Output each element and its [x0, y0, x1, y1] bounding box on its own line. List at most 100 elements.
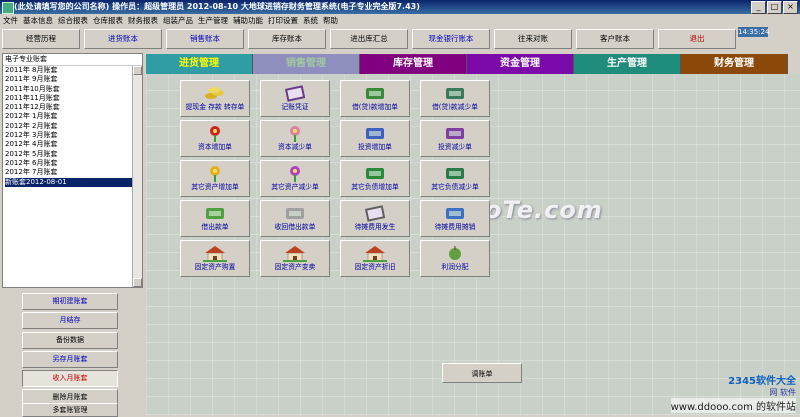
function-button-label: 提现金 存款 转存单 [185, 103, 245, 111]
menu-item[interactable]: 文件 [3, 16, 18, 25]
tree-item[interactable]: 2012年 4月账套 [5, 140, 142, 149]
open-book-icon [364, 205, 386, 222]
function-button[interactable]: 利润分配 [420, 240, 490, 277]
watermark-site2: 网 软件 [769, 388, 796, 397]
tree-item[interactable]: 2011年 8月账套 [5, 66, 142, 75]
tree-item[interactable]: 新账套2012-08-01 [5, 177, 142, 187]
tree-scrollbar[interactable] [132, 66, 142, 287]
left-panel-button[interactable]: 收入月账套 [22, 370, 118, 387]
tree-item[interactable]: 2012年 2月账套 [5, 122, 142, 131]
toolbar-button[interactable]: 库存账本 [248, 29, 326, 49]
toolbar-button[interactable]: 销售账本 [166, 29, 244, 49]
left-panel-button[interactable]: 期初建账套 [22, 293, 118, 310]
tree-item[interactable]: 2012年 6月账套 [5, 159, 142, 168]
blue-figure-icon [366, 128, 384, 139]
scroll-up-arrow-icon[interactable] [133, 66, 142, 75]
function-button-label: 利润分配 [441, 263, 469, 271]
maximize-button[interactable]: □ [767, 1, 782, 14]
function-button[interactable]: 其它资产减少单 [260, 160, 330, 197]
potted-plant-icon [206, 208, 224, 219]
function-button[interactable]: 资本减少单 [260, 120, 330, 157]
left-panel-button[interactable]: 备份数据 [22, 332, 118, 349]
function-button[interactable]: 记账凭证 [260, 80, 330, 117]
function-button-label: 其它资产减少单 [271, 183, 319, 191]
function-button-label: 其它负债减少单 [431, 183, 479, 191]
tree-item[interactable]: 2012年 1月账套 [5, 112, 142, 121]
function-button[interactable]: 待摊费用发生 [340, 200, 410, 237]
menu-item[interactable]: 帮助 [323, 16, 338, 25]
function-button[interactable]: 固定资产折旧 [340, 240, 410, 277]
function-button-label: 收回借出款单 [274, 223, 316, 231]
function-button-label: 借出款单 [201, 223, 229, 231]
watermark-ddooo: www.ddooo.com 的软件站 [670, 398, 796, 413]
menu-item[interactable]: 系统 [303, 16, 318, 25]
tree-item[interactable]: 2011年10月账套 [5, 85, 142, 94]
tree-item[interactable]: 2012年 5月账套 [5, 150, 142, 159]
function-button[interactable]: 固定资产购置 [180, 240, 250, 277]
menu-item[interactable]: 生产管理 [198, 16, 228, 25]
function-button[interactable]: 提现金 存款 转存单 [180, 80, 250, 117]
menu-item[interactable]: 综合报表 [58, 16, 88, 25]
toolbar-button[interactable]: 经营历程 [2, 29, 80, 49]
close-button[interactable]: × [783, 1, 798, 14]
main-panel: DuoTe.com 2345软件大全 网 软件 www.ddooo.com 的软… [146, 74, 800, 415]
function-button[interactable]: 投资减少单 [420, 120, 490, 157]
function-button[interactable]: 借(贷)款增加单 [340, 80, 410, 117]
function-button[interactable]: 投资增加单 [340, 120, 410, 157]
menu-item[interactable]: 财务报表 [128, 16, 158, 25]
function-button[interactable]: 资本增加单 [180, 120, 250, 157]
function-button[interactable]: 借(贷)款减少单 [420, 80, 490, 117]
module-tab[interactable]: 库存管理 [360, 54, 467, 74]
function-button[interactable]: 借出款单 [180, 200, 250, 237]
tree-item[interactable]: 2012年 3月账套 [5, 131, 142, 140]
watermark-2345: 2345软件大全 [728, 376, 796, 387]
toolbar-button[interactable]: 进出库汇总 [330, 29, 408, 49]
pink-flower-icon [290, 126, 300, 142]
function-button-label: 待摊费用摊销 [434, 223, 476, 231]
module-tab[interactable]: 销售管理 [253, 54, 360, 74]
toolbar-button[interactable]: 退出 [658, 29, 736, 49]
function-button-label: 固定资产购置 [194, 263, 236, 271]
module-tab[interactable]: 进货管理 [146, 54, 253, 74]
tree-item[interactable]: 2011年 9月账套 [5, 75, 142, 84]
scroll-down-arrow-icon[interactable] [133, 278, 142, 287]
toolbar-button[interactable]: 客户账本 [576, 29, 654, 49]
toolbar-button[interactable]: 现金银行账本 [412, 29, 490, 49]
function-button-label: 记账凭证 [281, 103, 309, 111]
menu-item[interactable]: 基本信息 [23, 16, 53, 25]
menu-item[interactable]: 打印设置 [268, 16, 298, 25]
app-icon [2, 2, 14, 14]
function-button[interactable]: 其它负债增加单 [340, 160, 410, 197]
function-button-label: 借(贷)款增加单 [351, 103, 399, 111]
function-button[interactable]: 收回借出款单 [260, 200, 330, 237]
function-button[interactable]: 待摊费用摊销 [420, 200, 490, 237]
module-tab[interactable]: 资金管理 [467, 54, 574, 74]
tree-header: 电子专业账套 [3, 54, 142, 66]
function-button[interactable]: 其它资产增加单 [180, 160, 250, 197]
menu-item[interactable]: 辅助功能 [233, 16, 263, 25]
toolbar-button[interactable]: 往来对账 [494, 29, 572, 49]
tree-item[interactable]: 2011年11月账套 [5, 94, 142, 103]
menu-item[interactable]: 组装产品 [163, 16, 193, 25]
violet-flowers-icon [290, 166, 300, 182]
left-panel-button[interactable]: 另存月账套 [22, 351, 118, 368]
window-title: (此处请填写您的公司名称) 操作员：超级管理员 2012-08-10 大地球进销… [14, 2, 420, 11]
module-tab[interactable]: 生产管理 [574, 54, 681, 74]
function-button[interactable]: 其它负债减少单 [420, 160, 490, 197]
toolbar-button[interactable]: 进货账本 [84, 29, 162, 49]
function-button-label: 资本增加单 [198, 143, 232, 151]
menu-item[interactable]: 仓库报表 [93, 16, 123, 25]
red-flower-icon [210, 126, 220, 142]
module-tabs: 进货管理 销售管理 库存管理 资金管理 生产管理 财务管理 [146, 54, 788, 74]
module-tab[interactable]: 财务管理 [681, 54, 788, 74]
title-bar: (此处请填写您的公司名称) 操作员：超级管理员 2012-08-10 大地球进销… [0, 0, 800, 14]
minimize-button[interactable]: _ [751, 1, 766, 14]
watermark-sites: 2345软件大全 网 软件 www.ddooo.com 的软件站 [670, 372, 796, 413]
left-panel-button[interactable]: 月结存 [22, 312, 118, 329]
adjust-entry-button[interactable]: 调账单 [442, 363, 522, 383]
function-button[interactable]: 固定资产变卖 [260, 240, 330, 277]
account-tree[interactable]: 电子专业账套 2011年 8月账套 2011年 9月账套 2011年10月账套 201… [2, 53, 143, 288]
tree-item[interactable]: 2012年 7月账套 [5, 168, 142, 177]
ledger-book-icon [284, 85, 306, 102]
pen-paper-icon [446, 208, 464, 219]
